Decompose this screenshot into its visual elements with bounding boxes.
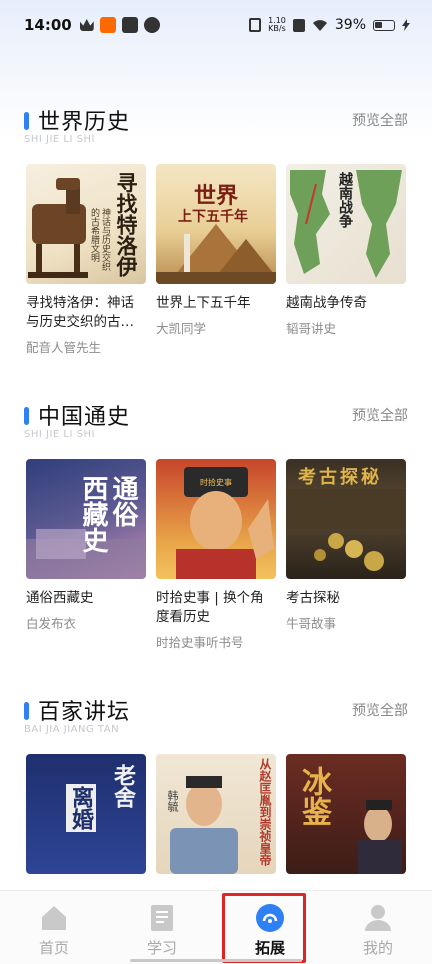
section-chinese-history: 中国通史 SHI JIE LI SHI 预览全部 通俗 西藏史 通俗西藏史 白发… [0, 399, 432, 650]
wifi-icon [312, 19, 327, 31]
album-card[interactable]: 世界 上下五千年 世界上下五千年 大凯同学 [156, 164, 276, 356]
cover-title: 考古探秘 [298, 467, 382, 488]
cover-subtitle: 西藏史 [78, 475, 108, 553]
tab-label: 学习 [146, 939, 177, 957]
album-card[interactable]: 冰鉴 [286, 754, 406, 884]
cover-title: 韩毓 [166, 790, 179, 812]
cover-subtitle: 从赵匡胤到崇祯皇帝 [258, 758, 272, 866]
tab-home[interactable]: 首页 [0, 891, 108, 964]
section-header: 百家讲坛 BAI JIA JIANG TAN 预览全部 [0, 694, 432, 740]
cover-subtitle: 离婚 [66, 784, 96, 832]
album-title: 越南战争传奇 [286, 295, 367, 311]
cover-title: 老舍 [110, 764, 136, 808]
section-header: 中国通史 SHI JIE LI SHI 预览全部 [0, 399, 432, 445]
album-author: 牛哥故事 [286, 616, 337, 631]
album-author: 韬哥讲史 [286, 321, 337, 336]
sim-x-icon [292, 18, 305, 32]
battery-percent: 39% [334, 17, 366, 33]
section-lecture-room: 百家讲坛 BAI JIA JIANG TAN 预览全部 老舍 离婚 韩毓 从赵匡… [0, 694, 432, 874]
status-time: 14:00 [24, 16, 72, 34]
album-card[interactable]: 通俗 西藏史 通俗西藏史 白发布衣 [26, 459, 146, 651]
bottom-navigation: 首页 学习 拓展 我的 [0, 890, 432, 964]
album-author: 大凯同学 [156, 321, 207, 336]
section-header: 世界历史 SHI JIE LI SHI 预览全部 [0, 104, 432, 150]
album-title: 时拾史事 | 换个角度看历史 [156, 590, 264, 625]
cover-title: 冰鉴 [296, 766, 331, 826]
tab-explore[interactable]: 拓展 [216, 891, 324, 964]
section-accent-bar [24, 112, 29, 130]
section-title: 世界历史 [38, 110, 131, 135]
crown-icon [79, 19, 94, 31]
book-icon [151, 905, 173, 931]
tab-mine[interactable]: 我的 [324, 891, 432, 964]
album-card[interactable]: 考古探秘 考古探秘 牛哥故事 [286, 459, 406, 651]
album-title: 寻找特洛伊：神话与历史交织的古… [26, 295, 134, 330]
album-author: 白发布衣 [26, 616, 77, 631]
cover-title: 时拾史事 [200, 478, 232, 487]
cover-subtitle: 上下五千年 [178, 209, 248, 225]
cover-title: 通俗 [108, 475, 138, 527]
tab-label: 拓展 [254, 939, 285, 957]
album-title: 世界上下五千年 [156, 295, 251, 311]
album-title: 考古探秘 [286, 590, 340, 606]
album-cover[interactable]: 寻找特洛伊 神话与历史交织的古希腊文明 [26, 164, 146, 284]
cover-title: 越南战争 [337, 172, 353, 228]
cover-subtitle: 神话与历史交织的古希腊文明 [89, 208, 110, 271]
view-all-link[interactable]: 预览全部 [352, 700, 408, 720]
album-cover[interactable]: 越南战争 [286, 164, 406, 284]
user-icon [365, 905, 391, 931]
mail-icon [121, 17, 138, 33]
album-card[interactable]: 老舍 离婚 [26, 754, 146, 884]
tab-study[interactable]: 学习 [108, 891, 216, 964]
section-accent-bar [24, 407, 29, 425]
net-speed-unit: KB/s [268, 24, 286, 33]
album-cover[interactable]: 通俗 西藏史 [26, 459, 146, 579]
album-cover[interactable]: 韩毓 从赵匡胤到崇祯皇帝 [156, 754, 276, 874]
section-pinyin: SHI JIE LI SHI [24, 429, 95, 440]
album-card[interactable]: 寻找特洛伊 神话与历史交织的古希腊文明 寻找特洛伊：神话与历史交织的古… 配音人… [26, 164, 146, 356]
section-world-history: 世界历史 SHI JIE LI SHI 预览全部 寻找特洛伊 神话与历史交织的古… [0, 104, 432, 355]
home-icon [42, 906, 66, 930]
section-pinyin: SHI JIE LI SHI [24, 134, 95, 145]
home-indicator[interactable] [130, 959, 302, 962]
album-cover[interactable]: 冰鉴 [286, 754, 406, 874]
section-title: 中国通史 [38, 405, 131, 430]
app-icon [143, 17, 160, 33]
view-all-link[interactable]: 预览全部 [352, 405, 408, 425]
section-pinyin: BAI JIA JIANG TAN [24, 724, 120, 735]
cover-title: 寻找特洛伊 [114, 172, 139, 277]
album-cover[interactable]: 考古探秘 [286, 459, 406, 579]
album-title: 通俗西藏史 [26, 590, 94, 606]
album-card[interactable]: 时拾史事 时拾史事 | 换个角度看历史 时拾史事听书号 [156, 459, 276, 651]
tab-label: 首页 [38, 939, 69, 957]
status-bar: 14:00 1.10 KB/s 39% [0, 0, 432, 50]
album-author: 时拾史事听书号 [156, 635, 244, 650]
view-all-link[interactable]: 预览全部 [352, 110, 408, 130]
album-cover[interactable]: 时拾史事 [156, 459, 276, 579]
vibrate-icon [249, 18, 262, 32]
net-speed: 1.10 KB/s [268, 17, 286, 33]
charging-icon [402, 19, 410, 31]
section-accent-bar [24, 702, 29, 720]
section-title: 百家讲坛 [38, 700, 131, 725]
battery-icon [373, 19, 395, 31]
album-author: 配音人管先生 [26, 340, 102, 355]
tab-label: 我的 [362, 939, 393, 957]
album-card[interactable]: 韩毓 从赵匡胤到崇祯皇帝 [156, 754, 276, 884]
album-card[interactable]: 越南战争 越南战争传奇 韬哥讲史 [286, 164, 406, 356]
album-cover[interactable]: 世界 上下五千年 [156, 164, 276, 284]
explore-icon [256, 904, 284, 932]
album-cover[interactable]: 老舍 离婚 [26, 754, 146, 874]
taobao-icon [99, 17, 116, 33]
